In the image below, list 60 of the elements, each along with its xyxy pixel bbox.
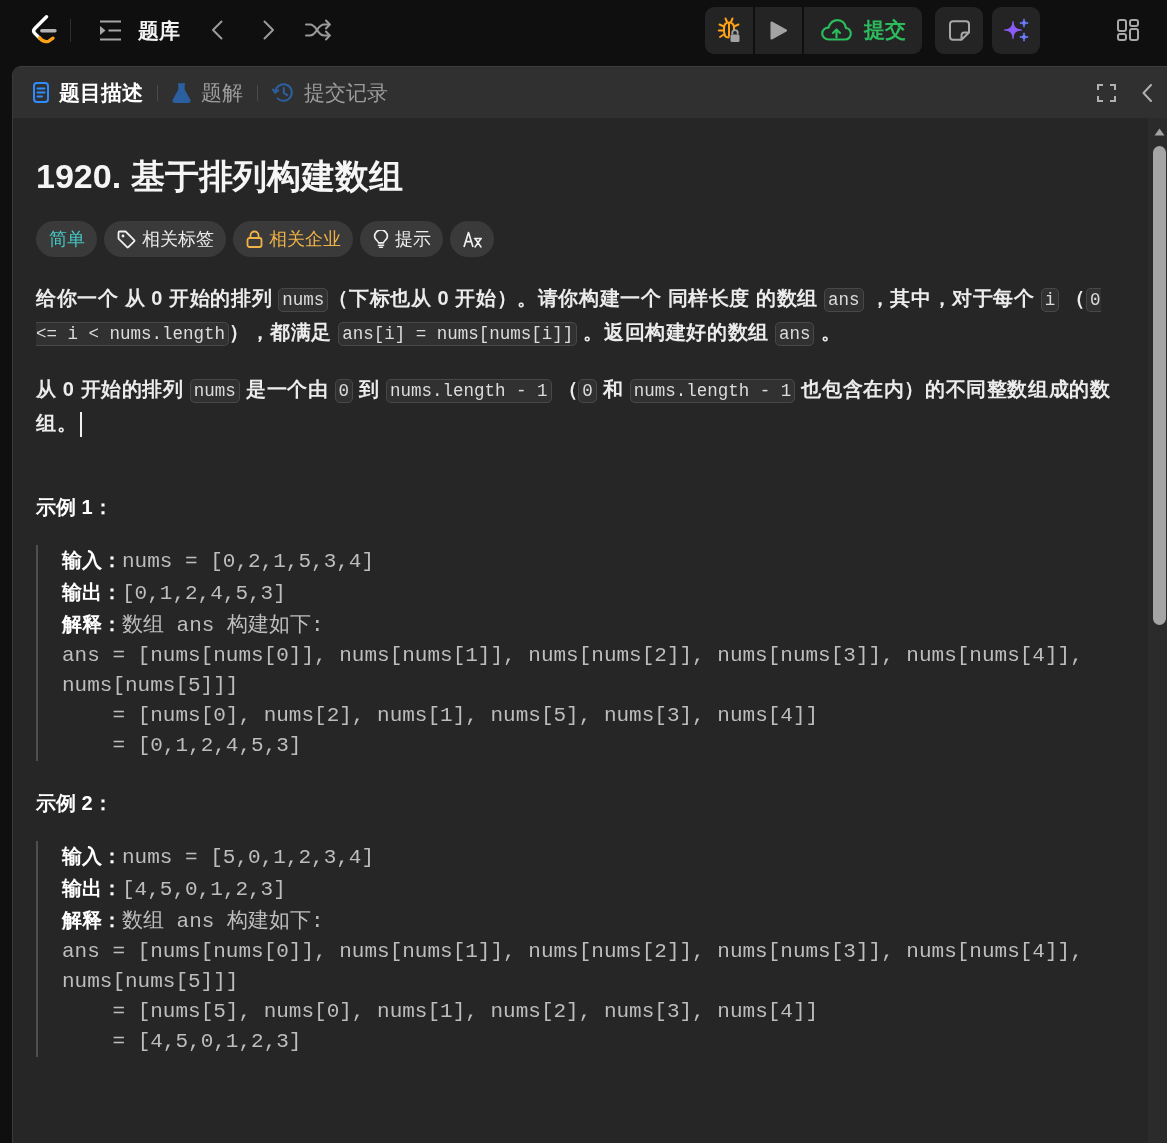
example-value: 数组 ans 构建如下: [122,910,324,933]
example-value: nums = [5,0,1,2,3,4] [122,846,375,869]
example-heading: 示例 1： [36,495,114,520]
scroll-up-arrow-icon[interactable] [1154,128,1165,136]
example-code-line: = [0,1,2,4,5,3] [111,733,303,759]
topics-button[interactable]: 相关标签 [104,221,226,257]
scrollbar-track[interactable] [1148,118,1167,1143]
translate-button[interactable] [450,221,494,257]
example-value: nums = [0,2,1,5,3,4] [122,550,375,573]
problem-title: 1920. 基于排列构建数组 [36,156,404,197]
scrollbar-thumb[interactable] [1153,146,1166,625]
chevron-left-icon[interactable] [1142,83,1152,102]
example-code-line: = [4,5,0,1,2,3] [111,1029,303,1055]
play-icon [769,19,788,41]
example-label: 输入： [62,549,122,571]
debug-button[interactable] [705,6,753,54]
list-icon[interactable] [99,19,122,41]
example-value: [4,5,0,1,2,3] [122,878,286,901]
example-label: 输出： [62,581,122,603]
chevron-right-icon[interactable] [263,20,275,40]
grid-icon[interactable] [1117,19,1139,41]
submit-button[interactable]: 提交 [804,6,922,54]
example-label: 解释： [62,613,122,635]
note-button[interactable] [935,6,983,54]
sparkle-icon [1003,18,1029,42]
note-icon [948,19,970,41]
example-code-line: ans = [nums[nums[0]], nums[nums[1]], nums[nums[2]], nums[nums[3]], nums[nums[4]], nums[nums[5]]] [62,643,1084,699]
example-value: 数组 ans 构建如下: [122,614,324,637]
flask-icon [172,82,191,103]
chevron-left-icon[interactable] [211,20,223,40]
companies-button[interactable]: 相关企业 [233,221,353,257]
logo-icon[interactable] [30,15,57,45]
hint-button[interactable]: 提示 [360,221,443,257]
fullscreen-icon[interactable] [1097,83,1116,102]
description-paragraph: 给你一个 从 0 开始的排列 nums （下标也从 0 开始）。请你构建一个 同样长度 的数组 ans ，其中，对于每个 i （ 0 <= i < nums.length ），都满足 ans[i] = nums[nums[i]] 。返回构建好的数组 ans 。 [36,286,1102,348]
lightbulb-icon [373,230,389,248]
panel-tab[interactable]: 提交记录 [272,78,388,107]
ai-assistant-button[interactable] [992,6,1040,54]
problem-list-link[interactable]: 题库 [138,19,180,41]
bug-lock-icon [717,17,741,43]
example-label: 输出： [62,877,122,899]
example-heading: 示例 2： [36,791,114,816]
example-value: [0,1,2,4,5,3] [122,582,286,605]
translate-icon [463,230,482,248]
panel-tab[interactable]: 题解 [172,78,243,107]
lock-icon [246,230,263,248]
example-code-line: = [nums[5], nums[0], nums[1], nums[2], nums[3], nums[4]] [111,999,820,1025]
description-paragraph: 从 0 开始的排列 nums 是一个由 0 到 nums.length - 1 （ 0 和 nums.length - 1 也包含在内）的不同整数组成的数组。 [36,373,1124,439]
example-label: 解释： [62,909,122,931]
cloud-upload-icon [821,19,852,41]
example-code-line: ans = [nums[nums[0]], nums[nums[1]], nums[nums[2]], nums[nums[3]], nums[nums[4]], nums[nums[5]]] [62,939,1084,995]
document-icon [33,82,49,103]
difficulty-badge: 简单 [36,221,97,257]
panel-tab[interactable]: 题目描述 [33,78,143,107]
run-button[interactable] [755,6,802,54]
tag-icon [117,229,136,249]
history-icon [272,82,294,103]
shuffle-icon[interactable] [305,19,331,41]
example-code-line: = [nums[0], nums[2], nums[1], nums[5], nums[3], nums[4]] [111,703,820,729]
example-label: 输入： [62,845,122,867]
